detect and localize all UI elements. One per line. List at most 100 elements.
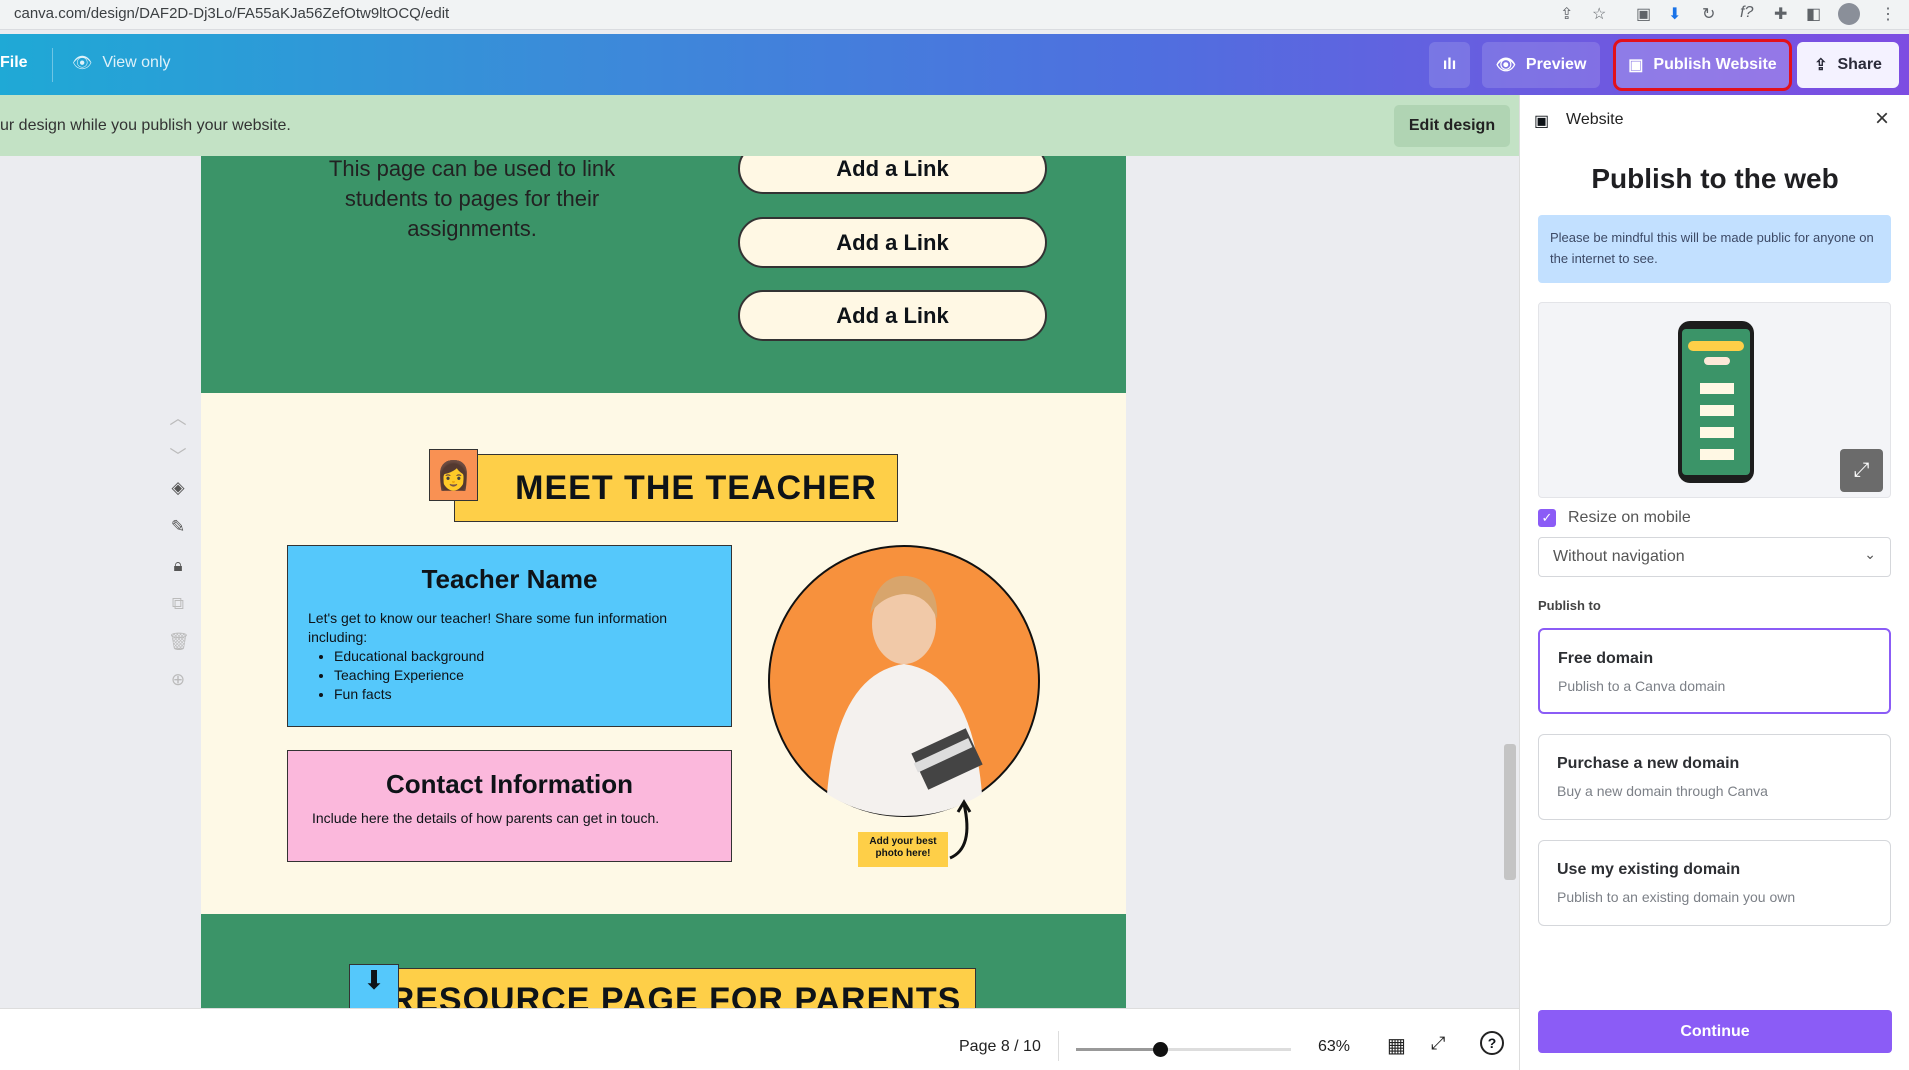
publish-website-button[interactable]: ▣ Publish Website — [1613, 39, 1792, 91]
refresh-extension-icon[interactable]: ↻ — [1702, 4, 1715, 24]
bookmark-star-icon[interactable]: ☆ — [1592, 4, 1606, 24]
teacher-photo[interactable] — [767, 544, 1041, 818]
url-text[interactable]: canva.com/design/DAF2D-Dj3Lo/FA55aKJa56Z… — [14, 5, 449, 22]
bottom-bar: Page 8 / 10 63% ▦ ⤢ ? — [0, 1008, 1519, 1070]
meet-teacher-section: MEET THE TEACHER 👩 Teacher Name Let's ge… — [201, 393, 1126, 914]
extension-icon[interactable]: ▣ — [1636, 4, 1651, 24]
download-extension-icon[interactable]: ⬇ — [1668, 4, 1681, 24]
free-domain-option[interactable]: Free domain Publish to a Canva domain — [1538, 628, 1891, 714]
design-page[interactable]: This page can be used to link students t… — [201, 156, 1126, 1008]
lock-icon[interactable]: 🔒︎ — [168, 556, 188, 576]
preview-label: Preview — [1525, 56, 1587, 73]
curved-arrow-icon — [949, 799, 972, 860]
existing-domain-option[interactable]: Use my existing domain Publish to an exi… — [1538, 840, 1891, 926]
option-title: Free domain — [1558, 650, 1654, 667]
browser-menu-icon[interactable]: ⋮ — [1880, 4, 1896, 24]
hide-icon[interactable]: ◈ — [168, 478, 188, 498]
add-page-icon[interactable]: ⊕ — [168, 670, 188, 690]
photo-note: Add your best photo here! — [858, 832, 948, 867]
teacher-avatar-icon: 👩 — [429, 449, 478, 501]
website-icon: ▣ — [1534, 113, 1550, 130]
navigation-select[interactable]: Without navigation ⌄ — [1538, 537, 1891, 577]
resize-on-mobile-checkbox[interactable]: ✓ — [1538, 509, 1556, 527]
intro-text: This page can be used to link students t… — [328, 156, 616, 241]
meet-teacher-title: MEET THE TEACHER — [515, 469, 877, 507]
close-icon[interactable]: × — [1875, 105, 1889, 133]
upload-icon: ⇪ — [1814, 57, 1828, 74]
link-button[interactable]: Add a Link — [738, 156, 1047, 194]
website-icon: ▣ — [1628, 57, 1644, 74]
file-menu[interactable]: File — [0, 54, 28, 72]
browser-address-bar[interactable]: canva.com/design/DAF2D-Dj3Lo/FA55aKJa56Z… — [0, 0, 1909, 30]
eye-icon: 👁 — [72, 55, 93, 72]
option-title: Use my existing domain — [1557, 861, 1741, 878]
public-notice: Please be mindful this will be made publ… — [1538, 215, 1891, 283]
share-label: Share — [1837, 56, 1882, 73]
meet-teacher-banner: MEET THE TEACHER — [454, 454, 898, 522]
teacher-intro: Let's get to know our teacher! Share som… — [308, 610, 668, 645]
view-only-label: View only — [102, 54, 171, 71]
contact-info-box: Contact Information Include here the det… — [287, 750, 732, 862]
chevron-up-icon[interactable]: ︿ — [168, 404, 188, 429]
grid-view-icon[interactable]: ▦ — [1387, 1033, 1406, 1058]
share-button[interactable]: ⇪ Share — [1797, 42, 1899, 88]
option-title: Purchase a new domain — [1557, 755, 1740, 772]
chevron-down-icon[interactable]: ﹀ — [168, 442, 188, 467]
notes-icon[interactable]: ✎ — [168, 517, 188, 537]
panel-title: Publish to the web — [1591, 163, 1839, 194]
option-subtitle: Publish to an existing domain you own — [1557, 889, 1796, 905]
page-indicator[interactable]: Page 8 / 10 — [959, 1038, 1041, 1056]
expand-preview-button[interactable]: ⤢ — [1840, 449, 1883, 492]
preview-button[interactable]: 👁 Preview — [1482, 42, 1600, 88]
divider — [52, 48, 53, 82]
zoom-slider[interactable] — [1076, 1042, 1291, 1057]
profile-avatar[interactable] — [1838, 3, 1860, 25]
publish-website-panel: ▣ Website × Publish to the web Please be… — [1519, 95, 1909, 1070]
navigation-select-value: Without navigation — [1553, 548, 1685, 565]
contact-text: Include here the details of how parents … — [312, 810, 660, 826]
duplicate-icon[interactable]: ⧉ — [168, 594, 188, 614]
panel-header: Website — [1566, 111, 1624, 128]
option-subtitle: Publish to a Canva domain — [1558, 678, 1726, 694]
fullscreen-icon[interactable]: ⤢ — [1431, 1033, 1445, 1054]
scrollbar-thumb[interactable] — [1504, 744, 1516, 880]
edit-design-button[interactable]: Edit design — [1394, 105, 1510, 147]
resource-title: RESOURCE PAGE FOR PARENTS — [389, 981, 962, 1008]
contact-title: Contact Information — [386, 769, 633, 799]
help-icon[interactable]: ? — [1480, 1031, 1504, 1055]
publish-to-label: Publish to — [1538, 598, 1601, 613]
formula-extension-icon[interactable]: f? — [1740, 4, 1753, 22]
banner-message: ur design while you publish your website… — [0, 117, 291, 134]
resize-on-mobile-label: Resize on mobile — [1568, 509, 1691, 526]
link-button[interactable]: Add a Link — [738, 290, 1047, 341]
purchase-domain-option[interactable]: Purchase a new domain Buy a new domain t… — [1538, 734, 1891, 820]
share-page-icon[interactable]: ⇪ — [1560, 4, 1573, 24]
option-subtitle: Buy a new domain through Canva — [1557, 783, 1768, 799]
teacher-name: Teacher Name — [421, 564, 598, 594]
link-button[interactable]: Add a Link — [738, 217, 1047, 268]
view-only-button[interactable]: 👁 View only — [72, 53, 171, 73]
insights-button[interactable]: ılı — [1429, 42, 1470, 88]
chevron-down-icon: ⌄ — [1864, 546, 1876, 562]
resource-section: RESOURCE PAGE FOR PARENTS ⬇ — [201, 914, 1126, 1008]
design-canvas: ︿ ﹀ ◈ ✎ 🔒︎ ⧉ 🗑︎ ⊕ This page can be used … — [0, 156, 1519, 1008]
zoom-slider-handle[interactable] — [1152, 1042, 1168, 1057]
publish-info-banner: ur design while you publish your website… — [0, 95, 1519, 156]
resource-banner: RESOURCE PAGE FOR PARENTS — [375, 968, 976, 1008]
links-section: This page can be used to link students t… — [201, 156, 1126, 393]
vertical-scrollbar[interactable] — [1503, 156, 1517, 1008]
resource-icon: ⬇ — [349, 964, 399, 1008]
bar-chart-icon: ılı — [1442, 56, 1457, 73]
teacher-bullet: Fun facts — [334, 685, 711, 704]
teacher-info-box: Teacher Name Let's get to know our teach… — [287, 545, 732, 727]
editor-toolbar: File 👁 View only ılı 👁 Preview ▣ Publish We… — [0, 34, 1909, 95]
eye-icon: 👁 — [1495, 57, 1516, 74]
zoom-level[interactable]: 63% — [1318, 1038, 1350, 1056]
puzzle-icon[interactable]: ✚ — [1774, 4, 1787, 24]
side-panel-icon[interactable]: ◧ — [1806, 4, 1821, 24]
mobile-preview: ⤢ — [1538, 302, 1891, 498]
divider — [1058, 1031, 1059, 1061]
phone-mockup — [1678, 321, 1754, 483]
continue-button[interactable]: Continue — [1538, 1010, 1892, 1053]
delete-icon[interactable]: 🗑︎ — [168, 632, 190, 652]
